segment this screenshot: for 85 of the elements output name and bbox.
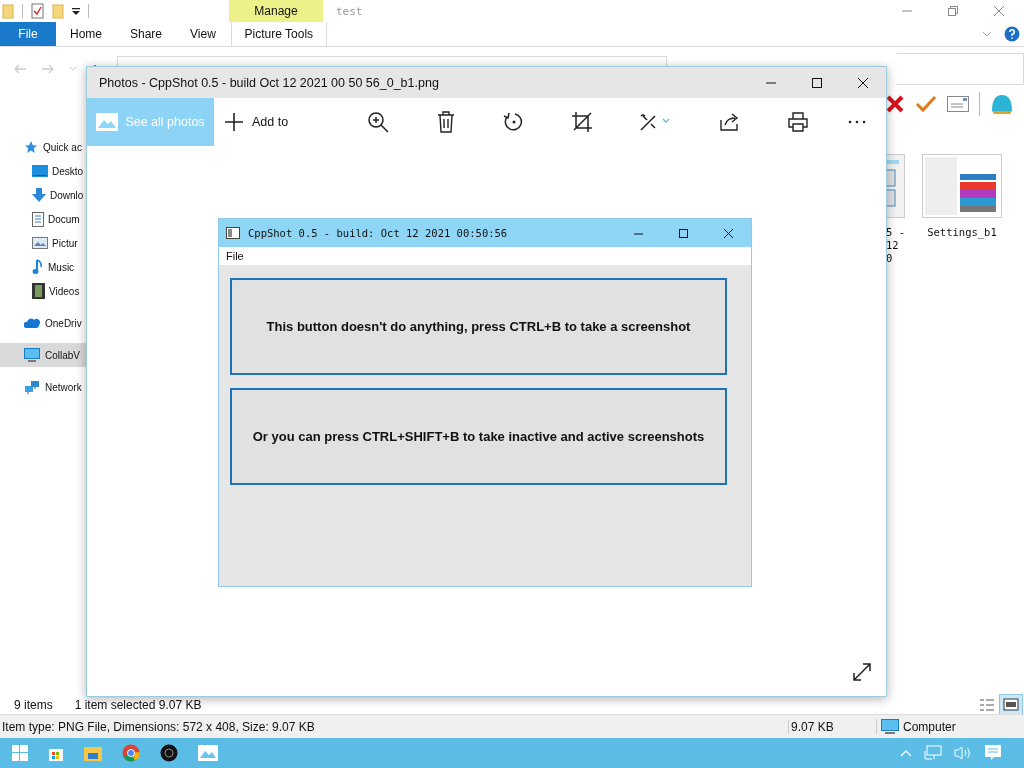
nav-item[interactable]: Quick ac <box>0 135 86 159</box>
customize-caret-icon[interactable] <box>72 6 80 16</box>
crop-icon <box>571 111 594 133</box>
photos-icon[interactable] <box>198 745 218 761</box>
file-name: Settings_b1 <box>927 226 997 239</box>
network-icon <box>24 380 40 394</box>
trash-icon <box>437 111 456 133</box>
file-name: 12 <box>886 239 899 252</box>
image-icon <box>96 113 119 131</box>
nav-label: OneDriv <box>45 317 82 329</box>
nav-item[interactable]: Pictur <box>0 231 86 255</box>
nav-item[interactable]: OneDriv <box>0 311 86 335</box>
expand-icon[interactable] <box>852 662 872 682</box>
browser-icon[interactable] <box>122 744 140 762</box>
printer-icon <box>788 112 809 132</box>
network-icon[interactable] <box>924 745 942 761</box>
manage-tab-group: Manage <box>229 0 323 22</box>
checkmark-icon[interactable] <box>915 95 937 113</box>
delete-x-icon[interactable] <box>885 94 905 114</box>
file-name: 5 - <box>886 226 905 239</box>
more-icon <box>847 120 866 124</box>
nav-label: Pictur <box>52 237 78 249</box>
nav-label: Quick ac <box>43 141 82 153</box>
nav-item[interactable]: Deskto <box>0 159 86 183</box>
pictures-icon <box>32 237 48 249</box>
chevron-down-icon[interactable] <box>982 31 992 37</box>
plus-icon <box>224 112 244 132</box>
windows-start-icon[interactable] <box>12 745 28 761</box>
file-name: 0 <box>886 252 893 265</box>
file-thumbnail[interactable] <box>922 154 1002 218</box>
item-details: Item type: PNG File, Dimensions: 572 x 408, Size: 9.07 KB <box>2 719 316 734</box>
monitor-icon <box>881 719 899 734</box>
close-icon <box>723 227 734 239</box>
maximize-icon[interactable] <box>811 76 823 89</box>
share-icon <box>720 112 741 132</box>
nav-label: Downlo <box>50 189 84 201</box>
speaker-icon[interactable] <box>954 745 972 761</box>
nav-item[interactable]: Downlo <box>0 183 86 207</box>
help-icon[interactable] <box>1004 26 1020 42</box>
window-title: Photos - CppShot 0.5 - build Oct 12 2021 00 50 56_0_b1.png <box>99 75 439 90</box>
envelope-icon[interactable] <box>947 96 969 112</box>
caret-up-icon[interactable] <box>900 749 912 757</box>
music-note-icon <box>32 259 44 275</box>
file-size: 9.07 KB <box>788 719 876 734</box>
item-count: 9 items <box>14 698 53 712</box>
monitor-icon <box>24 348 40 362</box>
notification-icon[interactable] <box>984 744 1002 762</box>
ribbon-tab[interactable]: View <box>176 22 230 46</box>
restore-icon[interactable] <box>947 5 959 17</box>
nav-label: Music <box>48 261 75 273</box>
app-icon <box>226 227 240 239</box>
shell-icon[interactable] <box>990 93 1014 115</box>
maximize-icon <box>678 227 689 239</box>
properties-icon[interactable] <box>31 3 44 19</box>
film-icon <box>32 283 45 299</box>
large-icons-view-icon[interactable] <box>1000 695 1022 715</box>
add-to-button[interactable]: Add to <box>224 98 289 146</box>
window-title: CppShot 0.5 - build: Oct 12 2021 00:50:56 <box>248 227 508 239</box>
nav-label: Videos <box>49 285 80 297</box>
cloud-icon <box>24 318 40 328</box>
nav-item[interactable]: Docum <box>0 207 86 231</box>
file-tab[interactable]: File <box>0 22 56 46</box>
window-title: test <box>336 4 363 18</box>
star-icon <box>24 140 38 154</box>
nav-item[interactable]: Videos <box>0 279 86 303</box>
desktop-icon <box>32 165 48 177</box>
document-icon <box>32 211 44 227</box>
ribbon-tab[interactable]: Home <box>56 22 116 46</box>
search-field[interactable] <box>897 52 1024 85</box>
nav-item[interactable]: CollabV <box>0 343 86 367</box>
ribbon-tab[interactable]: Share <box>116 22 177 46</box>
folder-icon[interactable] <box>84 745 102 761</box>
file-thumbnail[interactable] <box>885 154 905 218</box>
app-icon[interactable] <box>160 744 178 762</box>
nav-label: Deskto <box>52 165 84 177</box>
nav-item[interactable]: Music <box>0 255 86 279</box>
close-icon[interactable] <box>857 76 869 89</box>
selection-info: 1 item selected 9.07 KB <box>74 698 202 712</box>
nav-item[interactable]: Network <box>0 375 86 399</box>
nav-label: CollabV <box>45 349 81 361</box>
nav-label: Docum <box>48 213 80 225</box>
zoom-in-icon <box>367 111 390 133</box>
nav-label: Network <box>45 381 82 393</box>
download-icon <box>32 188 46 202</box>
location-label: Computer <box>903 719 956 734</box>
